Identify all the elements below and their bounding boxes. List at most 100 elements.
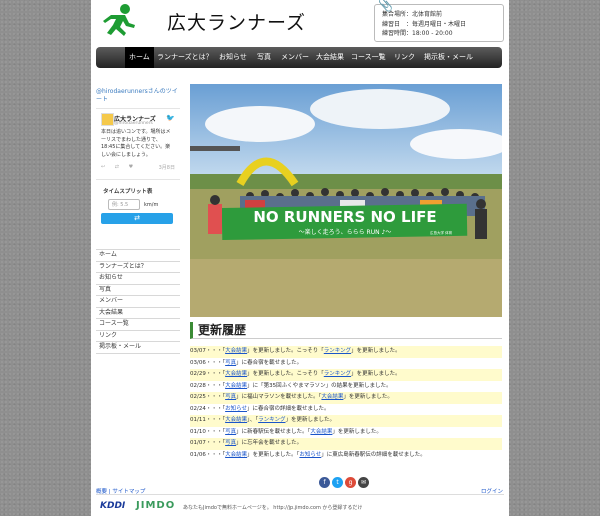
twitter-handle[interactable]: @hirodaerunners [114, 121, 153, 126]
banner-sub-text: 〜楽しく走ろう、ららら RUN ♪〜 [299, 228, 392, 236]
nav-board[interactable]: 掲示板・メール [424, 47, 473, 68]
update-link[interactable]: 大会結果 [310, 429, 332, 435]
update-text: 」に「第35回ふくやまマラソン」の結果を更新しました。 [247, 382, 392, 389]
update-text: ・・・「 [205, 382, 226, 389]
update-text: 」を更新しました。「 [247, 451, 300, 458]
tweet-time[interactable]: 3月8日 [159, 164, 175, 171]
jimdo-promo-text[interactable]: あなたもJimdoで無料ホームページを。 http://jp.jimdo.com… [183, 504, 362, 511]
sidenav-links[interactable]: リンク [96, 331, 180, 342]
sidenav-results[interactable]: 大会結果 [96, 308, 180, 319]
update-date: 01/06 [190, 451, 206, 458]
email-share-icon[interactable]: ✉ [358, 477, 369, 488]
twitter-avatar[interactable] [101, 113, 114, 126]
update-row: 02/25・・・「写真」に福山マラソンを載せました。「大会結果」を更新しました。 [190, 392, 502, 404]
update-text: 」を更新しました。 [351, 348, 401, 354]
twitter-widget-heading[interactable]: @hirodaerunnersさんのツイート [96, 88, 180, 104]
update-link[interactable]: 写真 [225, 394, 236, 400]
runner-logo-icon[interactable] [101, 3, 137, 39]
update-row: 02/24・・・「お知らせ」に春合宿の詳細を載せました。 [190, 404, 502, 416]
retweet-icon[interactable]: ⇄ [115, 164, 119, 170]
banner-side-text: 広島大学 体育 [430, 230, 453, 235]
info-day: 練習日 ：毎週月曜日・木曜日 [382, 20, 467, 28]
update-date: 03/06 [190, 359, 206, 366]
update-link[interactable]: ランキング [324, 371, 351, 377]
update-text: 」に春合宿の詳細を載せました。 [247, 405, 330, 412]
page-container: 広大ランナーズ 集合場所：北体育館前 練習日 ：毎週月曜日・木曜日 練習時間：1… [91, 0, 509, 516]
update-history-title: 更新履歴 [190, 322, 502, 339]
share-buttons: f t g ✉ [319, 469, 371, 488]
sidenav-courses[interactable]: コース一覧 [96, 319, 180, 331]
update-row: 02/28・・・「大会結果」に「第35回ふくやまマラソン」の結果を更新しました。 [190, 381, 502, 393]
update-date: 02/28 [190, 382, 206, 389]
nav-results[interactable]: 大会結果 [316, 47, 344, 68]
reply-icon[interactable]: ↩ [101, 164, 105, 170]
update-link[interactable]: ランキング [258, 417, 285, 423]
nav-news[interactable]: お知らせ [219, 47, 247, 68]
nav-links[interactable]: リンク [394, 47, 415, 68]
update-text: ・・・「 [205, 359, 226, 366]
sidenav-board[interactable]: 掲示板・メール [96, 342, 180, 354]
update-link[interactable]: 写真 [225, 440, 236, 446]
update-link[interactable]: 大会結果 [225, 417, 247, 423]
update-row: 03/06・・・「写真」に春合宿を載せました。 [190, 358, 502, 370]
update-history-list: 03/07・・・「大会結果」を更新しました。こっそり「ランキング」を更新しました… [190, 346, 502, 461]
update-text: ・・・「 [205, 371, 226, 377]
sidenav-home[interactable]: ホーム [96, 249, 180, 262]
sidenav-members[interactable]: メンバー [96, 296, 180, 308]
nav-courses[interactable]: コース一覧 [351, 47, 386, 68]
info-place: 集合場所：北体育館前 [382, 11, 443, 18]
tweet-text: 本日は追いコンです。場所はメーリスでまわした通りで、18:45に集合してください… [101, 129, 171, 158]
update-text: 」を更新しました。 [343, 394, 393, 400]
update-link[interactable]: 写真 [225, 360, 236, 366]
update-text: ・・・「 [205, 394, 226, 400]
update-text: ・・・「 [205, 417, 226, 423]
update-link[interactable]: 大会結果 [225, 383, 247, 389]
pace-unit: km/m [144, 202, 159, 208]
update-text: 」に新春駅伝を載せました。「 [236, 428, 311, 435]
info-time: 練習時間：18:00 - 20:00 [382, 30, 453, 37]
twitter-bird-icon: 🐦 [166, 114, 175, 122]
update-link[interactable]: ランキング [324, 348, 351, 354]
kddi-logo[interactable]: KDDI [100, 501, 125, 511]
pace-input[interactable]: 例: 5.5 [108, 199, 140, 210]
paperclip-icon: 📎 [378, 0, 393, 12]
nav-members[interactable]: メンバー [281, 47, 309, 68]
nav-photos[interactable]: 写真 [257, 47, 271, 68]
time-split-title: タイムスプリット表 [103, 189, 153, 195]
update-text: ・・・「 [205, 451, 226, 458]
sidenav-news[interactable]: お知らせ [96, 273, 180, 285]
update-date: 03/07 [190, 348, 206, 354]
footer-divider [96, 494, 504, 495]
update-text: ・・・「 [205, 428, 226, 435]
convert-button[interactable]: ⇄ [101, 213, 173, 224]
update-link[interactable]: 大会結果 [225, 371, 247, 377]
update-date: 02/24 [190, 405, 206, 412]
update-row: 01/07・・・「写真」に忘年会を載せました。 [190, 438, 502, 450]
sidenav-about[interactable]: ランナーズとは？ [96, 262, 180, 273]
update-text: ・・・「 [205, 405, 226, 412]
nav-about[interactable]: ランナーズとは？ [157, 47, 213, 68]
update-row: 01/10・・・「写真」に新春駅伝を載せました。「大会結果」を更新しました。 [190, 427, 502, 439]
update-link[interactable]: お知らせ [225, 406, 247, 412]
update-text: 」に福山マラソンを載せました。「 [236, 394, 322, 400]
update-link[interactable]: 写真 [225, 429, 236, 435]
update-date: 02/29 [190, 371, 206, 377]
update-text: 」に忘年会を載せました。 [236, 440, 303, 446]
jimdo-logo[interactable]: JIMDO [136, 500, 175, 511]
like-icon[interactable]: ♥ [129, 164, 133, 170]
google-share-icon[interactable]: g [345, 477, 356, 488]
update-link[interactable]: お知らせ [299, 452, 321, 458]
update-link[interactable]: 大会結果 [321, 394, 343, 400]
update-link[interactable]: 大会結果 [225, 348, 247, 354]
nav-home[interactable]: ホーム [125, 47, 154, 68]
update-row: 01/06・・・「大会結果」を更新しました。「お知らせ」に東広島新春駅伝の詳細を… [190, 450, 502, 462]
twitter-share-icon[interactable]: t [332, 477, 343, 488]
site-title[interactable]: 広大ランナーズ [167, 8, 306, 35]
sidenav-photos[interactable]: 写真 [96, 285, 180, 296]
update-text: ・・・「 [205, 440, 226, 446]
update-link[interactable]: 大会結果 [225, 452, 247, 458]
facebook-share-icon[interactable]: f [319, 477, 330, 488]
main-nav: ホーム ランナーズとは？ お知らせ 写真 メンバー 大会結果 コース一覧 リンク… [96, 47, 502, 68]
update-date: 01/11 [190, 417, 206, 423]
update-row: 01/11・・・「大会結果」、「ランキング」を更新しました。 [190, 415, 502, 427]
